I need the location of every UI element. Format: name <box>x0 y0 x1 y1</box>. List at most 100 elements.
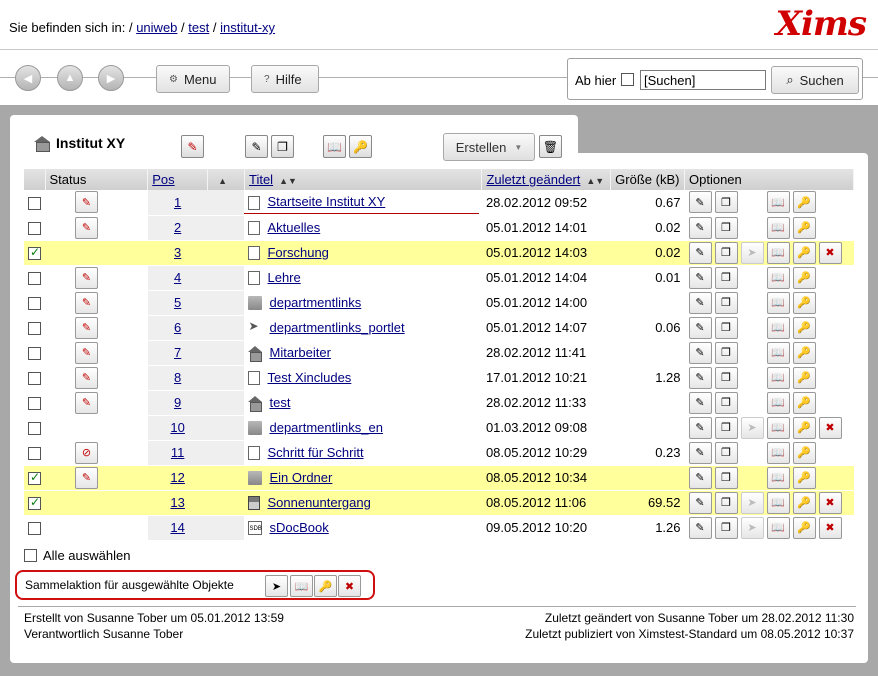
row-checkbox[interactable] <box>28 522 41 536</box>
bulk-delete-button[interactable]: ✖ <box>338 575 361 597</box>
row-title-link[interactable]: Startseite Institut XY <box>267 194 385 209</box>
publish-button[interactable]: 📖 <box>766 441 790 464</box>
publish-button[interactable]: 📖 <box>766 316 790 339</box>
row-title-link[interactable]: sDocBook <box>269 520 328 535</box>
breadcrumb-test[interactable]: test <box>188 20 209 35</box>
move-button[interactable]: ➤ <box>740 241 764 264</box>
publish-button[interactable]: 📖 <box>766 191 790 214</box>
row-title-link[interactable]: Mitarbeiter <box>269 345 330 360</box>
row-title-link[interactable]: Schritt für Schritt <box>267 445 363 460</box>
access-button[interactable]: 🔑 <box>792 416 816 439</box>
publish-button[interactable]: 📖 <box>766 266 790 289</box>
row-position[interactable]: 7 <box>174 345 181 360</box>
edit-button[interactable]: ✎ <box>688 266 712 289</box>
row-position[interactable]: 6 <box>174 320 181 335</box>
row-title-link[interactable]: test <box>269 395 290 410</box>
status-toggle-button[interactable]: ✎ <box>181 135 204 158</box>
search-button[interactable]: ⌕ Suchen <box>771 66 859 94</box>
copy-button[interactable]: ❐ <box>714 491 738 514</box>
bulk-access-button[interactable]: 🔑 <box>314 575 337 597</box>
search-input[interactable] <box>640 70 766 90</box>
row-checkbox[interactable] <box>28 322 41 336</box>
copy-button[interactable]: ❐ <box>714 216 738 239</box>
move-button[interactable]: ➤ <box>740 491 764 514</box>
edit-button[interactable]: ✎ <box>688 216 712 239</box>
edit-button[interactable]: ✎ <box>688 441 712 464</box>
access-button[interactable]: 🔑 <box>792 191 816 214</box>
row-title-link[interactable]: departmentlinks_en <box>269 420 382 435</box>
access-button[interactable]: 🔑 <box>792 466 816 489</box>
row-position[interactable]: 11 <box>171 445 185 460</box>
row-checkbox[interactable] <box>28 196 41 210</box>
row-checkbox[interactable] <box>28 422 41 436</box>
publish-button[interactable]: 📖 <box>766 516 790 539</box>
copy-button[interactable]: ❐ <box>714 416 738 439</box>
access-button[interactable]: 🔑 <box>792 441 816 464</box>
copy-button[interactable]: ❐ <box>714 241 738 264</box>
move-button[interactable]: ➤ <box>740 416 764 439</box>
copy-button[interactable]: ❐ <box>714 266 738 289</box>
delete-button[interactable]: ✖ <box>818 491 842 514</box>
select-all[interactable]: Alle auswählen <box>24 548 130 563</box>
copy-button[interactable]: ❐ <box>714 316 738 339</box>
row-checkbox[interactable] <box>28 222 41 236</box>
access-button[interactable]: 🔑 <box>792 241 816 264</box>
row-position[interactable]: 4 <box>174 270 181 285</box>
copy-button[interactable]: ❐ <box>714 341 738 364</box>
publish-button[interactable]: 📖 <box>766 491 790 514</box>
forward-button[interactable]: ▶ <box>98 65 124 91</box>
row-checkbox[interactable] <box>28 347 41 361</box>
access-button[interactable]: 🔑 <box>792 316 816 339</box>
edit-button[interactable]: ✎ <box>245 135 268 158</box>
access-button[interactable]: 🔑 <box>792 491 816 514</box>
edit-button[interactable]: ✎ <box>688 291 712 314</box>
row-position[interactable]: 8 <box>174 370 181 385</box>
copy-button[interactable]: ❐ <box>714 441 738 464</box>
row-title-link[interactable]: Ein Ordner <box>269 470 332 485</box>
publish-button[interactable]: 📖 <box>766 416 790 439</box>
up-button[interactable]: ▲ <box>57 65 83 91</box>
row-title-link[interactable]: Lehre <box>267 270 300 285</box>
row-checkbox[interactable] <box>28 297 41 311</box>
edit-button[interactable]: ✎ <box>688 391 712 414</box>
row-checkbox[interactable] <box>28 245 41 261</box>
trash-button[interactable]: 🗑 <box>539 135 562 158</box>
access-button[interactable]: 🔑 <box>792 516 816 539</box>
edit-button[interactable]: ✎ <box>688 366 712 389</box>
row-checkbox[interactable] <box>28 372 41 386</box>
copy-button[interactable]: ❐ <box>714 291 738 314</box>
publish-button[interactable]: 📖 <box>766 241 790 264</box>
sort-both-icon[interactable]: ▲▼ <box>279 176 297 186</box>
row-position[interactable]: 2 <box>174 220 181 235</box>
copy-button[interactable]: ❐ <box>714 466 738 489</box>
published-status-icon[interactable]: ✎ <box>75 391 98 414</box>
breadcrumb-institut-xy[interactable]: institut-xy <box>220 20 275 35</box>
access-button[interactable]: 🔑 <box>792 266 816 289</box>
edit-button[interactable]: ✎ <box>688 316 712 339</box>
row-title-link[interactable]: Aktuelles <box>267 220 320 235</box>
modified-column-header[interactable]: Zuletzt geändert ▲▼ <box>481 169 612 190</box>
published-status-icon[interactable]: ✎ <box>75 291 98 314</box>
access-button[interactable]: 🔑 <box>792 366 816 389</box>
row-position[interactable]: 14 <box>170 520 184 535</box>
edit-button[interactable]: ✎ <box>688 191 712 214</box>
edit-button[interactable]: ✎ <box>688 516 712 539</box>
search-scope-checkbox[interactable] <box>621 73 634 86</box>
copy-button[interactable]: ❐ <box>714 191 738 214</box>
bulk-move-button[interactable]: ➤ <box>265 575 288 597</box>
bulk-publish-button[interactable]: 📖 <box>290 575 313 597</box>
publish-button[interactable]: 📖 <box>766 366 790 389</box>
row-checkbox[interactable] <box>28 397 41 411</box>
sort-asc-icon[interactable]: ▲ <box>218 176 227 186</box>
select-all-checkbox[interactable] <box>24 549 37 562</box>
row-position[interactable]: 12 <box>170 470 184 485</box>
edit-button[interactable]: ✎ <box>688 491 712 514</box>
row-checkbox[interactable] <box>28 470 41 486</box>
help-button[interactable]: ? Hilfe <box>251 65 319 93</box>
copy-button[interactable]: ❐ <box>271 135 294 158</box>
published-status-icon[interactable]: ✎ <box>75 366 98 389</box>
published-status-icon[interactable]: ✎ <box>75 341 98 364</box>
create-dropdown[interactable]: Erstellen ▼ <box>443 133 535 161</box>
edit-button[interactable]: ✎ <box>688 341 712 364</box>
outdated-status-icon[interactable]: ⊘ <box>75 441 98 464</box>
